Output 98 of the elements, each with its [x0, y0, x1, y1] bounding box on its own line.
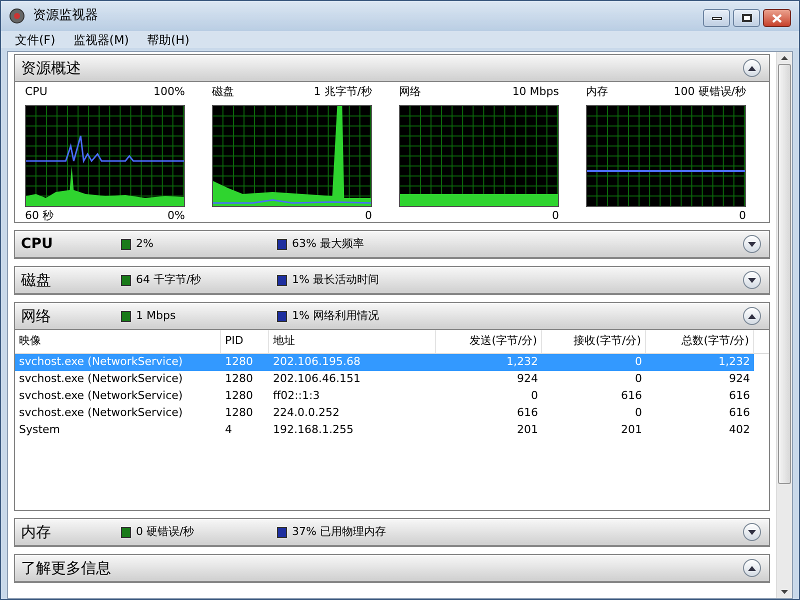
close-button[interactable]: [763, 9, 791, 27]
expand-button[interactable]: [743, 271, 761, 289]
menu-item[interactable]: 监视器(M): [73, 30, 129, 48]
table-cell-text: 616: [620, 388, 643, 404]
caret-down-icon: [748, 278, 756, 282]
graph-max-label: 10 Mbps: [512, 84, 559, 100]
expand-button[interactable]: [743, 523, 761, 541]
stat-text: 2%: [136, 236, 154, 252]
table-cell-text: 1,232: [506, 354, 539, 370]
graph-time-label: 60 秒: [25, 208, 54, 224]
table-cell-text: 1280: [224, 405, 254, 422]
expand-button[interactable]: [743, 235, 761, 253]
table-cell-text: 1280: [224, 354, 254, 370]
table-cell-text: 1280: [224, 388, 254, 404]
gauge-icon: [9, 8, 25, 24]
stat-text: 0 硬错误/秒: [136, 524, 194, 540]
section-header[interactable]: 资源概述: [15, 55, 769, 82]
table-cell-text: svchost.exe (NetworkService): [18, 405, 184, 422]
table-cell-text: 0: [634, 371, 643, 388]
caret-up-icon: [748, 566, 756, 570]
column-header[interactable]: 总数(字节/分): [646, 330, 754, 353]
column-header[interactable]: 接收(字节/分): [542, 330, 646, 353]
stat-text: 63% 最大频率: [292, 236, 364, 252]
section-header[interactable]: 了解更多信息: [15, 555, 769, 582]
table-cell-text: 616: [516, 405, 539, 422]
close-icon: [772, 14, 782, 22]
stat-text: 1% 网络利用情况: [292, 308, 379, 324]
table-cell-text: svchost.exe (NetworkService): [18, 388, 184, 404]
scroll-up-icon[interactable]: [781, 56, 788, 60]
menu-item[interactable]: 帮助(H): [146, 30, 190, 48]
column-header[interactable]: 发送(字节/分): [436, 330, 542, 353]
caret-up-icon: [748, 314, 756, 318]
table-cell-text: 202.106.46.151: [272, 371, 362, 388]
table-cell-text: 924: [728, 371, 751, 388]
column-header[interactable]: 地址: [269, 330, 436, 353]
caret-down-icon: [748, 242, 756, 246]
table-cell-text: 4: [224, 422, 233, 438]
scrollbar[interactable]: [776, 52, 792, 598]
table-cell-text: 192.168.1.255: [272, 422, 354, 438]
graph-title: CPU: [25, 84, 48, 100]
graph-min-label: 0: [739, 208, 746, 224]
section-title: 资源概述: [21, 58, 82, 79]
column-header[interactable]: PID: [221, 330, 269, 353]
table-row[interactable]: System 4 192.168.1.255 201 201 402: [15, 422, 754, 439]
maximize-button[interactable]: [733, 9, 760, 27]
section-title: 网络: [21, 306, 52, 327]
graph-max-label: 100%: [154, 84, 185, 100]
section-title: CPU: [21, 234, 54, 254]
graph-min-label: 0: [365, 208, 372, 224]
table-cell-text: 616: [728, 388, 751, 404]
section-title: 内存: [21, 522, 52, 543]
stat-text: 37% 已用物理内存: [292, 524, 386, 540]
graph-title: 网络: [399, 84, 421, 100]
collapse-button[interactable]: [743, 559, 761, 577]
collapse-button[interactable]: [743, 59, 761, 77]
table-cell-text: 224.0.0.252: [272, 405, 340, 422]
graph-max-label: 1 兆字节/秒: [314, 84, 372, 100]
graph-title: 磁盘: [212, 84, 234, 100]
table-cell-text: 0: [634, 354, 643, 370]
section-header[interactable]: 网络 1 Mbps 1% 网络利用情况: [15, 303, 769, 330]
section-header[interactable]: CPU 2% 63% 最大频率: [15, 231, 769, 258]
table-cell-text: 201: [620, 422, 643, 438]
caret-down-icon: [748, 530, 756, 534]
graph-title: 内存: [586, 84, 608, 100]
table-row[interactable]: svchost.exe (NetworkService) 1280 224.0.0.252 616 0 616: [15, 405, 754, 422]
menu-item[interactable]: 文件(F): [15, 30, 56, 48]
table-cell-text: 0: [634, 405, 643, 422]
table-cell-text: 202.106.195.68: [272, 354, 362, 370]
scrollbar-thumb[interactable]: [778, 64, 791, 484]
stat-text: 1% 最长活动时间: [292, 272, 379, 288]
table-row[interactable]: svchost.exe (NetworkService) 1280 ff02::1:3 0 616 616: [15, 388, 754, 405]
table-cell-text: 1280: [224, 371, 254, 388]
table-cell-text: 201: [516, 422, 539, 438]
section-title: 了解更多信息: [21, 558, 112, 579]
table-cell-text: svchost.exe (NetworkService): [18, 371, 184, 388]
stat-text: 1 Mbps: [136, 308, 176, 324]
stat-text: 64 千字节/秒: [136, 272, 202, 288]
table-cell-text: 0: [530, 388, 539, 404]
table-cell-text: 924: [516, 371, 539, 388]
section-title: 磁盘: [21, 270, 52, 291]
column-header[interactable]: 映像: [15, 330, 221, 353]
table-cell-text: 1,232: [718, 354, 751, 370]
graph-min-label: 0%: [168, 208, 185, 224]
collapse-button[interactable]: [743, 307, 761, 325]
table-cell-text: 616: [728, 405, 751, 422]
caret-up-icon: [748, 66, 756, 70]
window-title: 资源监视器: [33, 7, 98, 26]
section-header[interactable]: 磁盘 64 千字节/秒 1% 最长活动时间: [15, 267, 769, 294]
graph-min-label: 0: [552, 208, 559, 224]
table-cell-text: System: [18, 422, 62, 438]
table-row[interactable]: svchost.exe (NetworkService) 1280 202.106.46.151 924 0 924: [15, 371, 754, 388]
table-cell-text: 402: [728, 422, 751, 438]
minimize-button[interactable]: [703, 9, 730, 27]
section-header[interactable]: 内存 0 硬错误/秒 37% 已用物理内存: [15, 519, 769, 546]
graph-max-label: 100 硬错误/秒: [674, 84, 746, 100]
scroll-down-icon[interactable]: [781, 590, 788, 594]
table-cell-text: ff02::1:3: [272, 388, 321, 404]
table-cell-text: svchost.exe (NetworkService): [18, 354, 184, 370]
